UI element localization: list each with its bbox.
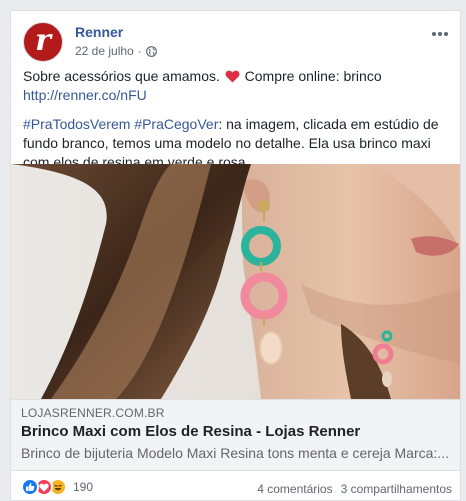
- hashtag-pracegover[interactable]: #PraCegoVer: [134, 116, 218, 132]
- link-preview[interactable]: LOJASRENNER.COM.BR Brinco Maxi com Elos …: [11, 399, 460, 471]
- meta-separator: ·: [137, 44, 142, 58]
- globe-icon: [145, 45, 157, 57]
- page-name-link[interactable]: Renner: [75, 24, 123, 40]
- post-header: r Renner 22 de julho ·: [23, 22, 448, 66]
- post-text-intro: Sobre acessórios que amamos.: [23, 68, 220, 84]
- product-photo[interactable]: [11, 164, 460, 399]
- comments-count-link[interactable]: 4 comentários: [257, 482, 332, 496]
- link-preview-title[interactable]: Brinco Maxi com Elos de Resina - Lojas R…: [21, 423, 360, 440]
- post-card: r Renner 22 de julho · Sobre acessórios …: [10, 10, 461, 501]
- avatar-logo-letter: r: [35, 23, 51, 58]
- more-options-icon[interactable]: [430, 26, 450, 42]
- like-reaction-icon: [21, 478, 39, 496]
- page-avatar[interactable]: r: [23, 22, 63, 62]
- reactions-summary[interactable]: 190: [21, 478, 93, 496]
- post-text-cta: Compre online: brinco: [244, 68, 382, 84]
- earring-model-illustration: [11, 164, 460, 399]
- post-meta: 22 de julho ·: [75, 44, 157, 58]
- link-preview-domain: LOJASRENNER.COM.BR: [21, 406, 165, 420]
- post-paragraph-1: Sobre acessórios que amamos. Compre onli…: [23, 67, 448, 105]
- post-footer: 190 4 comentários 3 compartilhamentos: [11, 471, 460, 500]
- shares-count-link[interactable]: 3 compartilhamentos: [341, 482, 452, 496]
- reaction-count: 190: [73, 480, 94, 494]
- post-link[interactable]: http://renner.co/nFU: [23, 87, 147, 103]
- engagement-stats: 4 comentários 3 compartilhamentos: [257, 482, 452, 496]
- heart-emoji-icon: [225, 70, 240, 83]
- post-date[interactable]: 22 de julho: [75, 44, 134, 58]
- link-preview-description: Brinco de bijuteria Modelo Maxi Resina t…: [21, 445, 449, 461]
- hashtag-pratodosverem[interactable]: #PraTodosVerem: [23, 116, 130, 132]
